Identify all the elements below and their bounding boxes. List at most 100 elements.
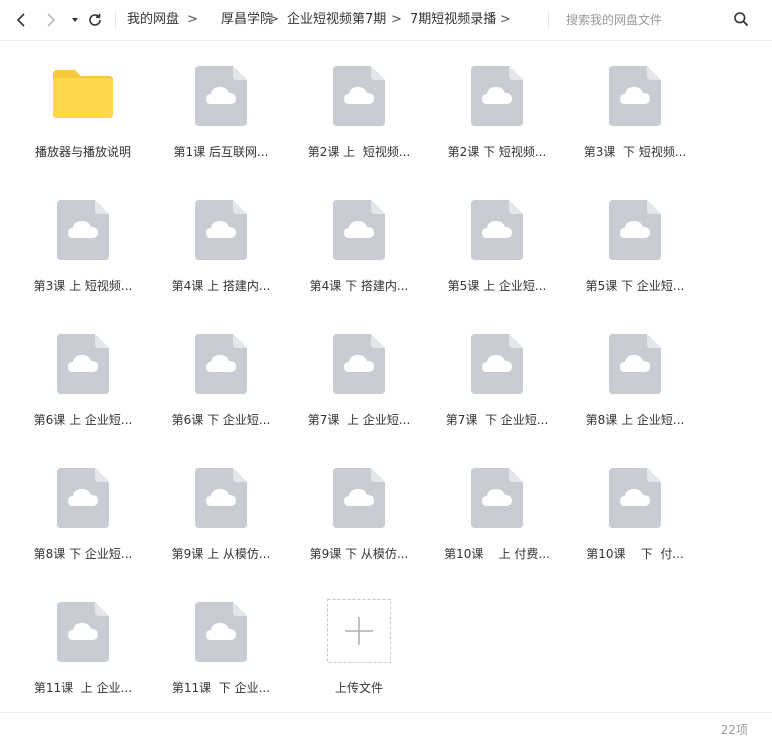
upload-label: 上传文件 (334, 681, 383, 695)
file-name: 第1课 后互联网... (173, 145, 269, 159)
file-item[interactable]: 第10课 上 付费... (428, 462, 566, 582)
cloud-file-icon (195, 468, 247, 528)
file-item[interactable]: 第8课 下 企业短... (14, 462, 152, 582)
breadcrumb-item-course[interactable]: 企业短视频第7期 (287, 12, 386, 28)
folder-icon (53, 70, 113, 118)
file-thumbnail (57, 468, 109, 528)
file-name: 第9课 下 从模仿... (309, 547, 409, 561)
file-item[interactable]: 第8课 上 企业短... (566, 328, 704, 448)
cloud-file-icon (471, 468, 523, 528)
file-thumbnail (195, 602, 247, 662)
cloud-file-icon (333, 200, 385, 260)
cloud-file-icon (609, 66, 661, 126)
file-item[interactable]: 第10课 下 付... (566, 462, 704, 582)
file-name: 第7课 上 企业短... (307, 413, 411, 427)
file-thumbnail (195, 334, 247, 394)
file-thumbnail (57, 334, 109, 394)
upload-file-button[interactable]: 上传文件 (290, 596, 428, 716)
file-thumbnail (333, 200, 385, 260)
cloud-file-icon (471, 334, 523, 394)
cloud-file-icon (57, 334, 109, 394)
search-divider (548, 11, 549, 29)
file-item[interactable]: 第4课 上 搭建内... (152, 194, 290, 314)
top-toolbar: 我的网盘 > 厚昌学院 > 企业短视频第7期 > 7期短视频录播 > (0, 0, 772, 41)
folder-thumbnail (53, 64, 113, 124)
file-thumbnail (195, 66, 247, 126)
cloud-file-icon (471, 66, 523, 126)
file-name: 第3课 上 短视频... (33, 279, 133, 293)
file-item[interactable]: 第11课 上 企业... (14, 596, 152, 716)
file-item[interactable]: 第2课 上 短视频... (290, 60, 428, 180)
file-thumbnail (609, 200, 661, 260)
plus-icon (327, 599, 391, 663)
file-item[interactable]: 第5课 下 企业短... (566, 194, 704, 314)
file-item[interactable]: 第7课 下 企业短... (428, 328, 566, 448)
file-name: 第5课 下 企业短... (585, 279, 685, 293)
file-thumbnail (609, 334, 661, 394)
back-button[interactable] (12, 10, 32, 30)
file-name: 第9课 上 从模仿... (171, 547, 271, 561)
file-thumbnail (333, 334, 385, 394)
chevron-right-icon (47, 13, 56, 27)
file-thumbnail (609, 66, 661, 126)
cloud-file-icon (333, 334, 385, 394)
file-thumbnail (609, 468, 661, 528)
file-name: 第11课 上 企业... (33, 681, 133, 695)
cloud-file-icon (609, 200, 661, 260)
forward-button[interactable] (40, 10, 60, 30)
folder-item[interactable]: 播放器与播放说明 (14, 60, 152, 180)
file-item[interactable]: 第6课 上 企业短... (14, 328, 152, 448)
file-name: 第5课 上 企业短... (447, 279, 547, 293)
file-item[interactable]: 第2课 下 短视频... (428, 60, 566, 180)
file-name: 第11课 下 企业... (171, 681, 271, 695)
file-item[interactable]: 第7课 上 企业短... (290, 328, 428, 448)
file-name: 第3课 下 短视频... (583, 145, 687, 159)
file-item[interactable]: 第9课 上 从模仿... (152, 462, 290, 582)
file-name: 第10课 下 付... (586, 547, 684, 561)
file-thumbnail (471, 66, 523, 126)
breadcrumb-item-school[interactable]: 厚昌学院 (221, 12, 273, 28)
file-item[interactable]: 第6课 下 企业短... (152, 328, 290, 448)
file-item[interactable]: 第11课 下 企业... (152, 596, 290, 716)
refresh-icon (89, 13, 101, 26)
breadcrumb-item-root[interactable]: 我的网盘 (127, 12, 179, 28)
file-thumbnail (195, 200, 247, 260)
file-name: 第4课 下 搭建内... (309, 279, 409, 293)
file-item[interactable]: 第4课 下 搭建内... (290, 194, 428, 314)
upload-thumbnail (327, 599, 391, 663)
search-icon (734, 12, 748, 26)
cloud-file-icon (609, 468, 661, 528)
file-thumbnail (471, 200, 523, 260)
file-name: 第8课 下 企业短... (33, 547, 133, 561)
file-item[interactable]: 第3课 上 短视频... (14, 194, 152, 314)
breadcrumb-separator: > (391, 12, 402, 27)
caret-down-icon (72, 18, 78, 22)
cloud-file-icon (195, 334, 247, 394)
file-name: 播放器与播放说明 (34, 145, 131, 159)
refresh-button[interactable] (85, 10, 105, 30)
file-item[interactable]: 第9课 下 从模仿... (290, 462, 428, 582)
file-thumbnail (195, 468, 247, 528)
file-name: 第2课 上 短视频... (307, 145, 411, 159)
file-name: 第2课 下 短视频... (447, 145, 547, 159)
file-item[interactable]: 第1课 后互联网... (152, 60, 290, 180)
chevron-left-icon (16, 13, 25, 27)
file-name: 第6课 上 企业短... (33, 413, 133, 427)
cloud-file-icon (333, 468, 385, 528)
file-name: 第4课 上 搭建内... (171, 279, 271, 293)
search-button[interactable] (733, 11, 751, 29)
file-name: 第6课 下 企业短... (171, 413, 271, 427)
file-thumbnail (471, 334, 523, 394)
item-count: 22项 (720, 723, 748, 737)
file-item[interactable]: 第3课 下 短视频... (566, 60, 704, 180)
file-thumbnail (333, 66, 385, 126)
file-item[interactable]: 第5课 上 企业短... (428, 194, 566, 314)
cloud-file-icon (57, 602, 109, 662)
cloud-file-icon (609, 334, 661, 394)
file-name: 第7课 下 企业短... (445, 413, 549, 427)
cloud-file-icon (57, 468, 109, 528)
breadcrumb-item-current[interactable]: 7期短视频录播 (410, 12, 496, 28)
cloud-file-icon (333, 66, 385, 126)
search-input[interactable] (566, 10, 726, 30)
history-dropdown-button[interactable] (65, 10, 85, 30)
